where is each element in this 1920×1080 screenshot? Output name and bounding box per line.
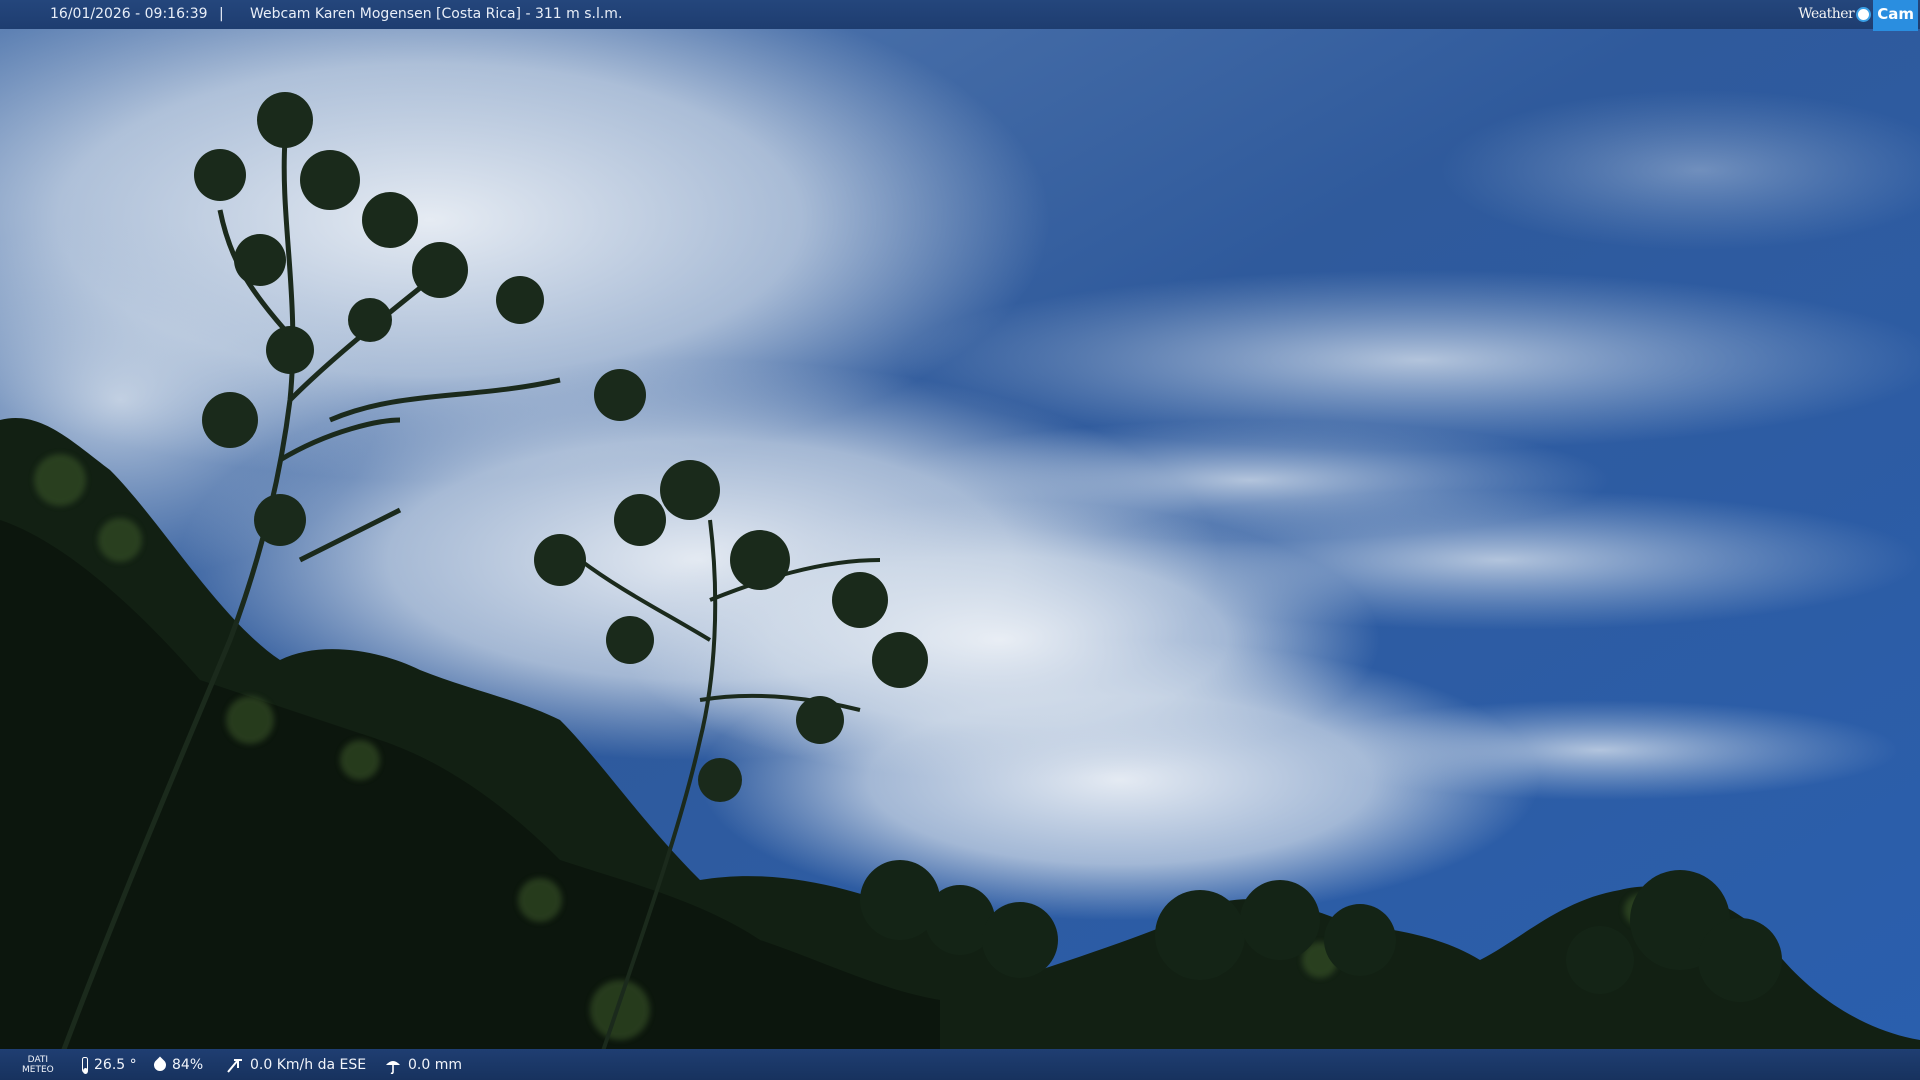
wind-reading: 0.0 Km/h da ESE xyxy=(226,1049,366,1080)
header-separator: | xyxy=(219,6,224,22)
logo-weather-text: Weather xyxy=(1798,6,1855,22)
thermometer-icon xyxy=(82,1056,88,1074)
rain-icon xyxy=(386,1060,400,1074)
timestamp: 16/01/2026 - 09:16:39 xyxy=(50,6,208,22)
wind-icon xyxy=(227,1058,242,1073)
weathercam-logo: Weather Cam xyxy=(1798,0,1918,31)
dati-line1: DATI xyxy=(27,1054,49,1065)
weather-data-bar: DATI METEO 26.5 ° 84% 0.0 Km/h da ESE 0.… xyxy=(0,1049,1920,1080)
logo-cam-text: Cam xyxy=(1873,0,1918,31)
webcam-image xyxy=(0,0,1920,1080)
rain-reading: 0.0 mm xyxy=(384,1049,462,1080)
temperature-reading: 26.5 ° xyxy=(82,1049,137,1080)
wind-value: 0.0 Km/h da ESE xyxy=(250,1056,367,1073)
dati-line2: METEO xyxy=(22,1064,54,1075)
humidity-drop-icon xyxy=(151,1056,169,1073)
humidity-value: 84% xyxy=(172,1056,204,1073)
header-bar: 16/01/2026 - 09:16:39 | Webcam Karen Mog… xyxy=(0,0,1920,31)
temperature-value: 26.5 ° xyxy=(94,1056,137,1073)
humidity-reading: 84% xyxy=(151,1049,204,1080)
dati-meteo-label: DATI METEO xyxy=(22,1049,54,1080)
webcam-title: Webcam Karen Mogensen [Costa Rica] - 311… xyxy=(250,6,623,22)
logo-dot-icon xyxy=(1856,7,1872,22)
rain-value: 0.0 mm xyxy=(408,1056,462,1073)
webcam-frame: 16/01/2026 - 09:16:39 | Webcam Karen Mog… xyxy=(0,0,1920,1080)
